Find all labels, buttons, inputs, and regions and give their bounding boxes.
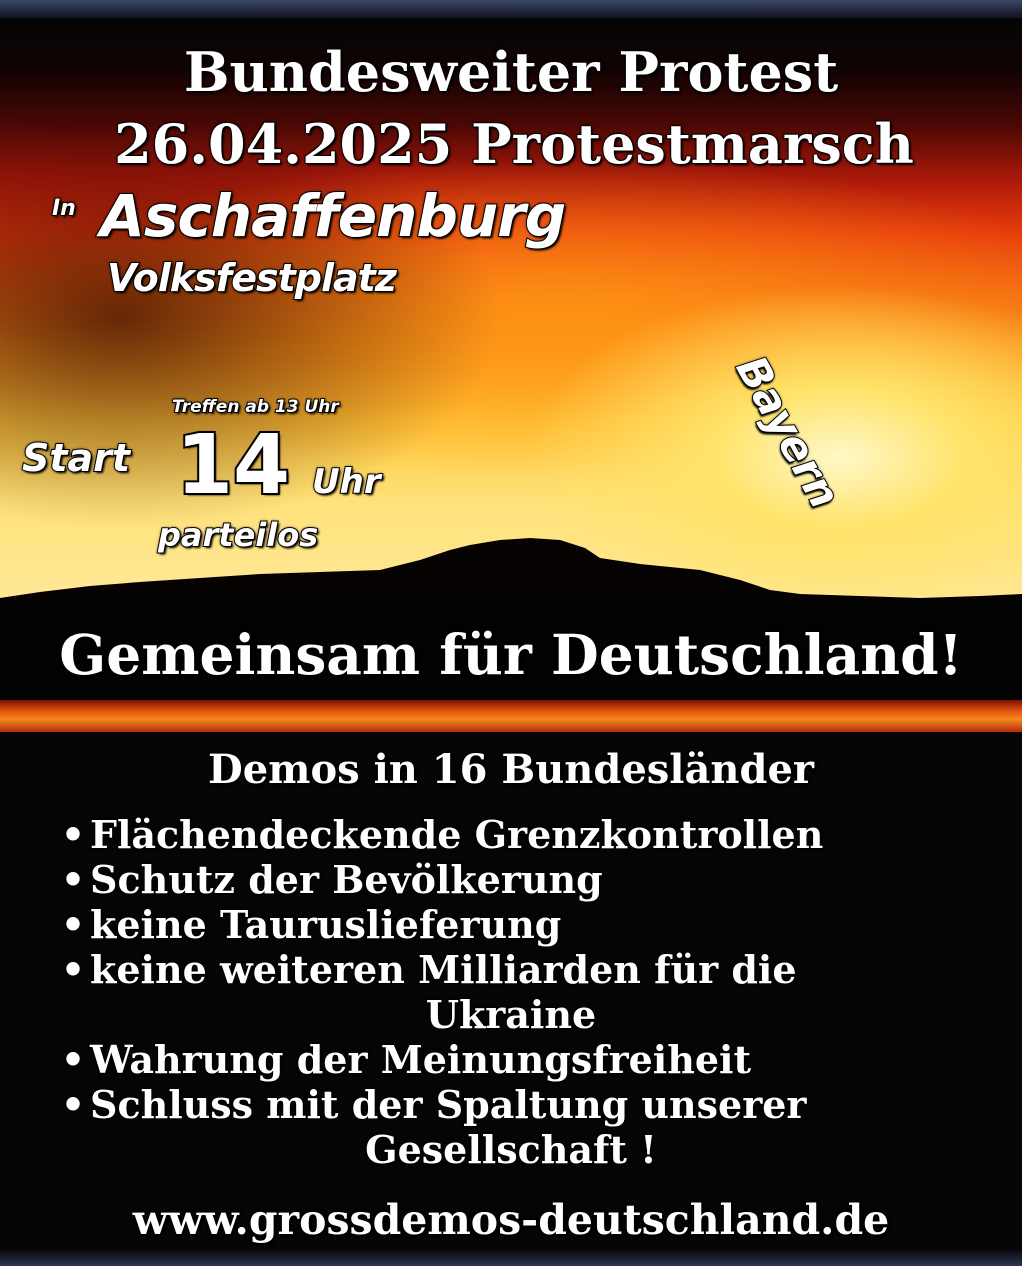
list-item-continuation: Ukraine xyxy=(425,991,597,1038)
bottom-edge-bar xyxy=(0,1250,1022,1266)
location-prefix: In xyxy=(51,195,77,222)
meeting-time: Treffen ab 13 Uhr xyxy=(171,396,340,418)
bullet-icon: • xyxy=(60,901,86,948)
list-item: • Flächendeckende Grenzkontrollen xyxy=(0,811,1022,858)
list-item: • Wahrung der Meinungsfreiheit xyxy=(0,1036,1022,1083)
bullet-icon: • xyxy=(60,1036,86,1083)
bullet-icon: • xyxy=(60,946,86,993)
start-hour-unit: Uhr xyxy=(311,461,382,503)
list-item: • keine weiteren Milliarden für die Ukrain… xyxy=(0,946,1022,1038)
bullet-icon: • xyxy=(60,856,86,903)
bullet-icon: • xyxy=(60,1081,86,1128)
list-item: • keine Tauruslieferung xyxy=(0,901,1022,948)
demands-list: • Flächendeckende Grenzkontrollen • Schutz… xyxy=(0,811,1022,1173)
start-hour: 14 xyxy=(174,416,292,515)
bullet-icon: • xyxy=(60,811,86,858)
website-url: www.grossdemos-deutschland.de xyxy=(132,1195,890,1245)
protest-poster: Bundesweiter Protest 26.04.2025 Protestm… xyxy=(0,0,1022,1266)
demands-heading: Demos in 16 Bundesländer xyxy=(207,745,815,794)
location-city: Aschaffenburg xyxy=(99,181,567,251)
headline-title: Bundesweiter Protest xyxy=(183,39,839,105)
list-item-continuation: Gesellschaft ! xyxy=(364,1126,658,1173)
headline-date: 26.04.2025 Protestmarsch xyxy=(113,111,915,177)
location-venue: Volksfestplatz xyxy=(106,255,398,301)
slogan-text: Gemeinsam für Deutschland! xyxy=(58,621,963,688)
list-item: • Schluss mit der Spaltung unserer Gesells… xyxy=(0,1081,1022,1173)
affiliation-label: parteilos xyxy=(157,515,319,555)
start-label: Start xyxy=(21,435,131,481)
list-item: • Schutz der Bevölkerung xyxy=(0,856,1022,903)
orange-divider-stripe xyxy=(0,700,1022,732)
